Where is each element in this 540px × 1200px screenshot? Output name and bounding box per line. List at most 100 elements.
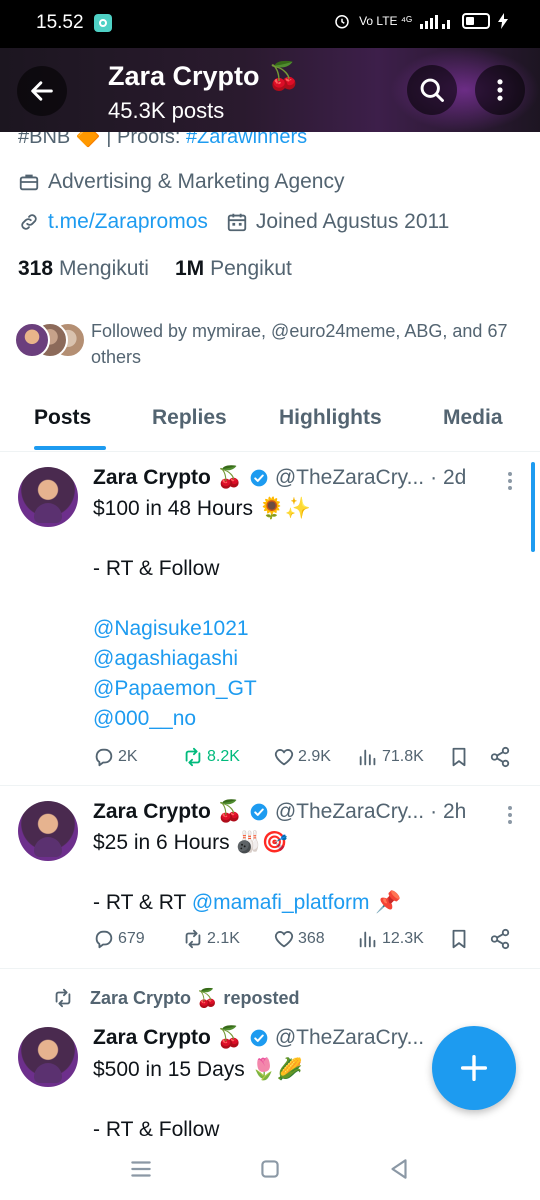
post-handle[interactable]: @TheZaraCry... [275,1026,424,1050]
like-button[interactable]: 2.9K [273,746,331,768]
post-author-name[interactable]: Zara Crypto 🍒 [93,800,243,824]
status-time: 15.52 [36,12,84,33]
mention-link[interactable]: @mamafi_platform [192,891,370,914]
calendar-icon [226,211,248,233]
mention-link[interactable]: @Nagisuke1021 [93,614,311,644]
followed-by-row[interactable]: Followed by mymirae, @euro24meme, ABG, a… [14,318,534,368]
post-avatar[interactable] [18,467,78,527]
heart-icon [274,931,294,948]
repost-icon [185,747,201,767]
recent-apps-button[interactable] [126,1154,156,1184]
follow-stats: 318 Mengikuti 1M Pengikut [18,257,292,281]
bookmark-icon [452,747,466,767]
mention-link[interactable]: @agashiagashi [93,644,311,674]
views-button[interactable]: 12.3K [357,928,424,950]
post-more-button[interactable] [500,806,520,824]
tab-posts[interactable]: Posts [34,406,91,430]
tab-highlights[interactable]: Highlights [279,406,382,430]
link-icon [18,211,40,233]
repost-button[interactable]: 2.1K [182,928,240,950]
more-options-button[interactable] [475,65,525,115]
post-avatar[interactable] [18,801,78,861]
profile-header: Zara Crypto 🍒 45.3K posts [0,48,540,132]
search-icon [420,78,444,102]
post-text: $100 in 48 Hours 🌻✨ - RT & Follow @Nagisuk… [93,494,311,734]
tab-replies[interactable]: Replies [152,406,227,430]
post-handle[interactable]: @TheZaraCry... [275,466,424,490]
post-actions: 2K 8.2K 2.9K 71.8K [93,746,523,776]
charging-icon [498,13,508,29]
post-more-button[interactable] [500,472,520,490]
analytics-icon [359,749,376,766]
repost-icon [185,929,201,949]
plus-icon [460,1054,488,1082]
mention-link[interactable]: @Papaemon_GT [93,674,311,704]
repost-icon [55,988,71,1008]
mention-link[interactable]: @000__no [93,704,311,734]
share-icon [490,746,510,768]
post-card[interactable]: Zara Crypto 🍒 @TheZaraCry... · 2d $100 i… [0,452,540,786]
bookmark-button[interactable] [448,928,473,950]
post-avatar[interactable] [18,1027,78,1087]
post-card[interactable]: Zara Crypto 🍒 @TheZaraCry... · 2h $25 in… [0,786,540,968]
post-header: Zara Crypto 🍒 @TheZaraCry... · 2h [93,800,466,824]
post-text: $25 in 6 Hours 🎳🎯 - RT & RT @mamafi_platf… [93,831,402,914]
network-label: Vo LTE ⁴ᴳ [359,14,412,28]
profile-joined: Joined Agustus 2011 [255,210,450,233]
following-link[interactable]: 318 Mengikuti [18,257,149,281]
reply-button[interactable]: 679 [93,928,145,950]
tab-media[interactable]: Media [443,406,503,430]
analytics-icon [359,931,376,948]
reply-icon [95,748,113,767]
search-button[interactable] [407,65,457,115]
reply-icon [95,930,113,949]
home-square-icon [261,1160,279,1178]
more-vertical-icon [497,79,503,101]
share-icon [490,928,510,950]
header-posts-count: 45.3K posts [108,98,225,123]
profile-website-link[interactable]: t.me/Zarapromos [48,210,208,234]
profile-category: Advertising & Marketing Agency [18,170,344,194]
app-notification-icon [94,14,112,32]
header-title: Zara Crypto 🍒 [108,61,301,91]
alarm-icon [335,15,349,29]
arrow-left-icon [31,81,53,101]
share-button[interactable] [489,928,514,950]
bookmark-icon [452,929,466,949]
briefcase-icon [18,171,40,193]
repost-button[interactable]: 8.2K [182,746,240,768]
back-nav-button[interactable] [384,1154,414,1184]
profile-link-row: t.me/Zarapromos Joined Agustus 2011 [18,210,449,234]
post-handle[interactable]: @TheZaraCry... [275,800,424,824]
active-tab-indicator [34,446,106,450]
back-button[interactable] [17,66,67,116]
followers-link[interactable]: 1M Pengikut [175,257,292,281]
verified-badge-icon [250,469,268,487]
compose-button[interactable] [432,1026,516,1110]
status-bar: 15.52 Vo LTE ⁴ᴳ [0,0,540,48]
status-icons: Vo LTE ⁴ᴳ [333,12,508,30]
like-button[interactable]: 368 [273,928,325,950]
triangle-back-icon [391,1159,407,1179]
post-text: $500 in 15 Days 🌷🌽 - RT & Follow [93,1058,303,1136]
menu-icon [131,1161,151,1177]
reposted-indicator: Zara Crypto 🍒 reposted [52,987,299,1009]
bookmark-button[interactable] [448,746,473,768]
post-author-name[interactable]: Zara Crypto 🍒 [93,1026,243,1050]
post-actions: 679 2.1K 368 12.3K [93,928,523,958]
post-header: Zara Crypto 🍒 @TheZaraCry... · 2d [93,466,466,490]
followed-by-text: Followed by mymirae, @euro24meme, ABG, a… [91,321,508,367]
battery-icon [462,13,490,29]
share-button[interactable] [489,746,514,768]
verified-badge-icon [250,803,268,821]
system-nav-bar [0,1136,540,1200]
post-author-name[interactable]: Zara Crypto 🍒 [93,466,243,490]
home-button[interactable] [255,1154,285,1184]
follower-avatar [14,322,50,358]
views-button[interactable]: 71.8K [357,746,424,768]
post-header: Zara Crypto 🍒 @TheZaraCry... [93,1026,424,1050]
reply-button[interactable]: 2K [93,746,138,768]
post-time: · 2h [430,800,467,823]
heart-icon [274,749,294,766]
post-time: · 2d [430,466,467,489]
